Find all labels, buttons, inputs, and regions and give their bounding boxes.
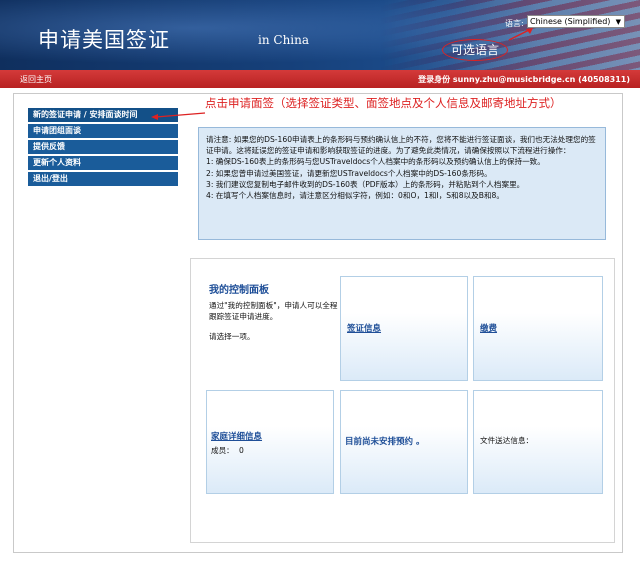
sidebar-annotation-arrow-icon <box>151 112 206 120</box>
family-details-link[interactable]: 家庭详细信息 <box>211 430 262 442</box>
site-subtitle: in China <box>258 33 310 47</box>
site-title: 申请美国签证 <box>38 28 170 52</box>
no-appointment-text[interactable]: 目前尚未安排预约 。 <box>345 435 424 447</box>
sidebar-item-group-interview[interactable]: 申请团组面谈 <box>28 124 178 138</box>
notice-step-3: 3: 我们建议您复制电子邮件收到的DS-160表（PDF版本）上的条形码，并粘贴… <box>206 179 525 189</box>
control-panel-prompt: 请选择一项。 <box>209 332 255 341</box>
notice-step-2: 2: 如果您曾申请过美国签证，请更新您USTraveldocs个人档案中的DS-… <box>206 168 492 178</box>
tile-document-delivery[interactable]: 文件送达信息： <box>473 390 603 494</box>
top-nav-bar: 返回主页 登录身份 sunny.zhu@musicbridge.cn (4050… <box>0 70 640 88</box>
sidebar-item-update-profile[interactable]: 更新个人资料 <box>28 156 178 170</box>
members-label: 成员： <box>211 446 234 455</box>
tile-appointment[interactable]: 目前尚未安排预约 。 <box>340 390 468 494</box>
notice-step-1: 1: 确保DS-160表上的条形码与您USTraveldocs个人档案中的条形码… <box>206 157 545 167</box>
header-banner: 申请美国签证 in China 语言: Chinese (Simplified)… <box>0 0 640 70</box>
sidebar-annotation: 点击申请面签（选择签证类型、面签地点及个人信息及邮寄地址方式） <box>205 96 562 110</box>
control-panel-title: 我的控制面板 <box>209 285 269 296</box>
control-panel-desc: 通过"我的控制面板"，申请人可以全程跟踪签证申请进度。 <box>209 301 338 321</box>
home-link[interactable]: 返回主页 <box>20 74 52 85</box>
members-value: 0 <box>239 446 244 455</box>
dashboard-panel: 我的控制面板 通过"我的控制面板"，申请人可以全程跟踪签证申请进度。 请选择一项… <box>190 258 615 543</box>
control-panel-intro: 我的控制面板 通过"我的控制面板"，申请人可以全程跟踪签证申请进度。 请选择一项… <box>209 281 339 342</box>
login-identity: 登录身份 sunny.zhu@musicbridge.cn (40508311) <box>418 75 630 84</box>
language-select[interactable]: Chinese (Simplified) ▼ <box>527 15 625 28</box>
visa-info-link[interactable]: 签证信息 <box>347 322 381 334</box>
language-selected-value: Chinese (Simplified) <box>530 17 611 26</box>
notice-step-4: 4: 在填写个人档案信息时，请注意区分相似字符，例如：0和O，1和I，S和8以及… <box>206 191 504 201</box>
sidebar-item-feedback[interactable]: 提供反馈 <box>28 140 178 154</box>
dropdown-arrow-icon: ▼ <box>615 18 621 26</box>
notice-box: 请注意: 如果您的DS-160申请表上的条形码与预约确认信上的不符，您将不能进行… <box>198 127 606 240</box>
tile-family-details[interactable]: 家庭详细信息 成员： 0 <box>206 390 334 494</box>
tile-visa-info[interactable]: 签证信息 <box>340 276 468 381</box>
document-delivery-text: 文件送达信息： <box>480 436 534 445</box>
payment-link[interactable]: 缴费 <box>480 322 497 334</box>
language-annotation: 可选语言 <box>442 39 508 61</box>
annotation-arrow-icon <box>508 28 533 41</box>
notice-intro: 请注意: 如果您的DS-160申请表上的条形码与预约确认信上的不符，您将不能进行… <box>206 135 596 156</box>
tile-payment[interactable]: 缴费 <box>473 276 603 381</box>
sidebar-item-logout[interactable]: 退出/登出 <box>28 172 178 186</box>
